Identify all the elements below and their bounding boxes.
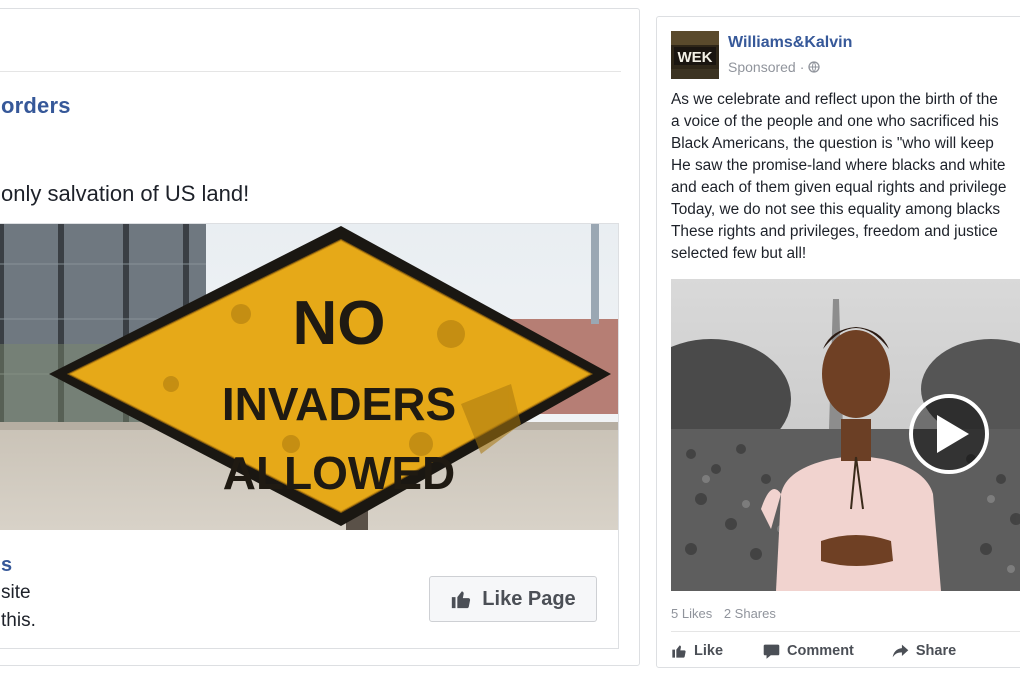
like-page-button[interactable]: Like Page xyxy=(429,576,597,622)
action-bar: Like Comment Share xyxy=(671,639,1020,663)
ad-description-line: site xyxy=(1,582,31,603)
post-body-line: Today, we do not see this equality among… xyxy=(671,201,1001,218)
sign-line-3: ALLOWED xyxy=(223,447,456,499)
meta-separator: · xyxy=(799,59,805,75)
divider xyxy=(671,631,1020,632)
right-post-card: WEK Williams&Kalvin Sponsored · As we ce… xyxy=(656,16,1020,668)
no-invaders-sign-image: NO INVADERS ALLOWED xyxy=(0,224,618,530)
comment-button[interactable]: Comment xyxy=(763,643,854,659)
post-text: only salvation of US land! xyxy=(1,181,250,206)
share-label: Share xyxy=(915,643,957,659)
comment-icon xyxy=(763,644,780,659)
post-meta: Sponsored · xyxy=(728,59,821,75)
post-body-line: selected few but all! xyxy=(671,245,807,262)
comment-label: Comment xyxy=(787,643,854,659)
post-body-line: and each of them given equal rights and … xyxy=(671,179,1007,196)
avatar[interactable]: WEK xyxy=(671,31,719,79)
thumbs-up-icon xyxy=(452,591,471,609)
author-name-link[interactable]: Williams&Kalvin xyxy=(728,34,852,52)
engagement-counts[interactable]: 5 Likes 2 Shares xyxy=(671,606,784,621)
share-button[interactable]: Share xyxy=(892,643,956,659)
like-button[interactable]: Like xyxy=(671,643,723,659)
likes-count[interactable]: 5 Likes xyxy=(671,606,712,621)
wek-logo: WEK xyxy=(671,31,719,79)
post-body-line: He saw the promise-land where blacks and… xyxy=(671,157,1006,174)
video-thumbnail xyxy=(671,279,1020,591)
left-post-card: orders only salvation of US land! NO INV… xyxy=(0,8,640,666)
like-page-label: Like Page xyxy=(482,587,576,610)
post-body-line: Black Americans, the question is "who wi… xyxy=(671,135,994,152)
ad-image[interactable]: NO INVADERS ALLOWED xyxy=(0,224,618,530)
page-name-link[interactable]: orders xyxy=(1,93,71,119)
share-icon xyxy=(892,644,909,658)
thumbs-up-icon xyxy=(672,645,686,658)
like-label: Like xyxy=(694,643,724,659)
sign-line-2: INVADERS xyxy=(222,378,456,430)
divider xyxy=(0,71,621,72)
sponsored-label[interactable]: Sponsored xyxy=(728,59,796,75)
sign-line-1: NO xyxy=(293,289,386,358)
post-body: As we celebrate and reflect upon the bir… xyxy=(671,89,1020,265)
ad-social-context: this. xyxy=(1,610,36,631)
ad-attachment[interactable]: NO INVADERS ALLOWED s site this. Like Pa… xyxy=(0,223,619,649)
ad-page-name-link[interactable]: s xyxy=(1,554,12,577)
post-body-line: a voice of the people and one who sacrif… xyxy=(671,113,999,130)
avatar-text: WEK xyxy=(678,49,713,66)
post-body-line: These rights and privileges, freedom and… xyxy=(671,223,998,240)
shares-count[interactable]: 2 Shares xyxy=(724,606,776,621)
video-player[interactable] xyxy=(671,279,1020,591)
globe-icon xyxy=(808,61,821,73)
post-body-line: As we celebrate and reflect upon the bir… xyxy=(671,91,998,108)
